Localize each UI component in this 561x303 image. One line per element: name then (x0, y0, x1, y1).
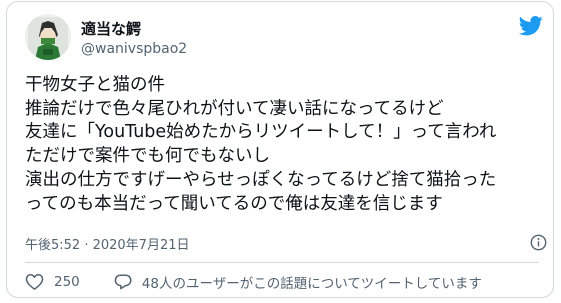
tweet-card[interactable]: 適当な鰐 @wanivspbao2 干物女子と猫の件 推論だけで色々尾ひれが付い… (6, 1, 554, 298)
info-icon[interactable] (530, 234, 547, 251)
tweet-timestamp[interactable]: 午後5:52 · 2020年7月21日 (25, 234, 190, 253)
tweet-text: 干物女子と猫の件 推論だけで色々尾ひれが付いて凄い話になってるけど 友達に「Yo… (25, 74, 545, 216)
tweet-line: 友達に「YouTube始めたからリツイートして！」って言われ (25, 122, 497, 143)
divider (25, 262, 539, 263)
avatar-image (25, 14, 71, 60)
author-handle[interactable]: @wanivspbao2 (81, 41, 187, 57)
twitter-bird-icon[interactable] (519, 16, 543, 36)
tweet-footer: 250 48人のユーザーがこの話題についてツイートしています (25, 272, 482, 292)
heart-icon[interactable] (25, 273, 44, 291)
avatar[interactable] (25, 14, 71, 60)
tweet-line: ただけで案件でも何でもないし (25, 146, 270, 167)
discussion-link[interactable]: 48人のユーザーがこの話題についてツイートしています (142, 272, 482, 292)
tweet-line: 干物女子と猫の件 (25, 75, 165, 95)
tweet-line: 演出の仕方ですげーやらせっぽくなってるけど捨て猫拾った (25, 169, 497, 190)
author-display-name[interactable]: 適当な鰐 (81, 18, 141, 39)
tweet-line: 推論だけで色々尾ひれが付いて凄い話になってるけど (25, 98, 444, 119)
reply-bubble-icon[interactable] (114, 273, 132, 291)
like-count[interactable]: 250 (54, 274, 80, 290)
tweet-line: ってのも本当だって聞いてるので俺は友達を信じます (25, 193, 443, 214)
